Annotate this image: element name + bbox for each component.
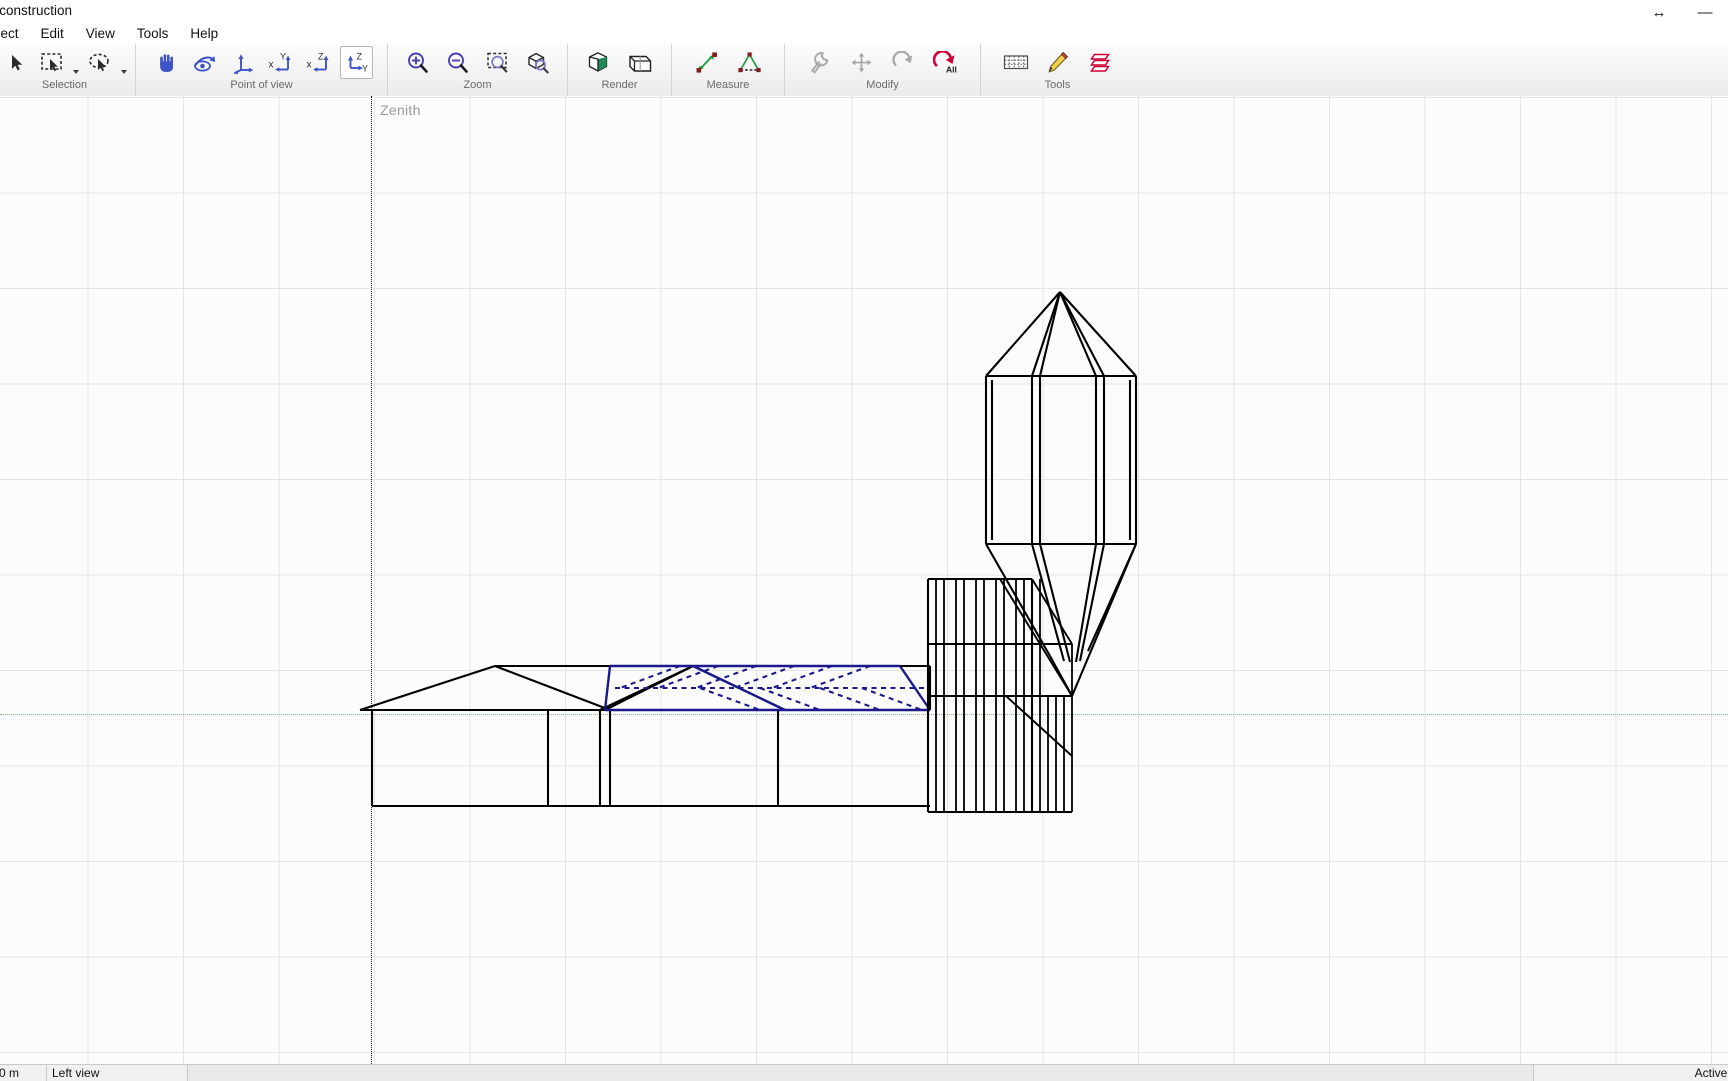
nave-body — [360, 708, 930, 808]
zoom-window-icon[interactable] — [481, 46, 514, 79]
zoom-out-icon[interactable] — [441, 46, 474, 79]
lasso-select-icon[interactable] — [83, 46, 116, 79]
orbit-eye-icon[interactable] — [188, 46, 221, 79]
view-xy-icon[interactable]: x Y — [264, 46, 297, 79]
status-active-area-message: Active are — [1534, 1065, 1728, 1081]
rotate-all-icon[interactable]: All — [929, 46, 962, 79]
status-active-area-text: Active are — [1694, 1066, 1728, 1080]
pointer-arrow-icon[interactable] — [0, 46, 33, 79]
spire-drum — [984, 374, 1138, 546]
pan-hand-icon[interactable] — [150, 46, 183, 79]
rectangle-select-icon[interactable] — [35, 46, 68, 79]
tower-base-diagonals — [999, 578, 1073, 757]
wireframe-box-icon[interactable] — [624, 46, 657, 79]
rectangle-select-dropdown[interactable] — [70, 43, 81, 83]
title-bar: e construction ↔ — — [0, 0, 1728, 24]
ribbon-group-point-of-view: x Y x Z Z Y Point of view — [135, 44, 387, 96]
layers-icon[interactable] — [1083, 46, 1116, 79]
svg-text:Y: Y — [280, 52, 286, 62]
pencil-icon[interactable] — [1041, 46, 1074, 79]
menu-view[interactable]: View — [75, 24, 126, 44]
menu-help[interactable]: Help — [179, 24, 229, 44]
menu-edit[interactable]: Edit — [30, 24, 75, 44]
minimize-window-button[interactable]: — — [1682, 0, 1728, 24]
measure-angle-icon[interactable] — [733, 46, 766, 79]
view-xz-icon[interactable]: x Z — [302, 46, 335, 79]
status-view-name: Left view — [47, 1065, 188, 1081]
ribbon-group-tools: Tools — [980, 44, 1134, 96]
ribbon-group-point-of-view-label: Point of view — [230, 79, 293, 91]
ribbon-group-measure: Measure — [671, 44, 784, 96]
grid-icon[interactable] — [999, 46, 1032, 79]
status-bar: 0 m Left view Active are — [0, 1064, 1728, 1081]
svg-text:Z: Z — [356, 52, 362, 62]
lasso-select-dropdown[interactable] — [118, 43, 129, 83]
svg-text:x: x — [306, 59, 311, 70]
spire-top-cone — [985, 291, 1137, 377]
ribbon-group-render: Render — [567, 44, 671, 96]
status-progress-bar — [188, 1065, 1534, 1081]
ribbon-group-modify-label: Modify — [866, 79, 899, 91]
axonometric-axes-icon[interactable] — [226, 46, 259, 79]
zoom-in-icon[interactable] — [401, 46, 434, 79]
wrench-icon[interactable] — [803, 46, 836, 79]
menu-tools[interactable]: Tools — [126, 24, 180, 44]
svg-text:Z: Z — [318, 52, 324, 62]
measure-distance-icon[interactable] — [690, 46, 723, 79]
window-controls: ↔ — — [1636, 0, 1728, 24]
menu-select[interactable]: elect — [0, 24, 30, 44]
window-title: e construction — [0, 3, 73, 18]
zoom-all-icon[interactable] — [521, 46, 554, 79]
move-icon[interactable] — [845, 46, 878, 79]
svg-text:All: All — [946, 64, 957, 74]
viewport-3d[interactable]: Zenith — [0, 96, 1728, 1064]
ribbon-group-render-label: Render — [601, 79, 638, 91]
ribbon-group-tools-label: Tools — [1044, 79, 1071, 91]
ribbon-group-zoom: Zoom — [387, 44, 567, 96]
shaded-cube-icon[interactable] — [582, 46, 615, 79]
spire-lower-taper — [985, 543, 1137, 698]
svg-text:x: x — [268, 59, 273, 70]
view-zy-icon[interactable]: Z Y — [340, 46, 373, 79]
ribbon-group-modify: All Modify — [784, 44, 980, 96]
resize-window-button[interactable]: ↔ — [1636, 0, 1682, 24]
ribbon-group-selection: Selection — [0, 44, 135, 96]
status-coordinate: 0 m — [0, 1065, 47, 1081]
toolbar: Selection x Y x Z Z Y Point of view Zoom… — [0, 44, 1728, 97]
ribbon-group-selection-label: Selection — [41, 79, 88, 91]
menu-bar: elect Edit View Tools Help — [0, 23, 1728, 44]
svg-text:Y: Y — [362, 63, 368, 73]
ribbon-group-zoom-label: Zoom — [463, 79, 492, 91]
rotate-icon[interactable] — [887, 46, 920, 79]
ribbon-group-measure-label: Measure — [706, 79, 750, 91]
building-wireframe-model[interactable] — [0, 96, 1728, 1064]
